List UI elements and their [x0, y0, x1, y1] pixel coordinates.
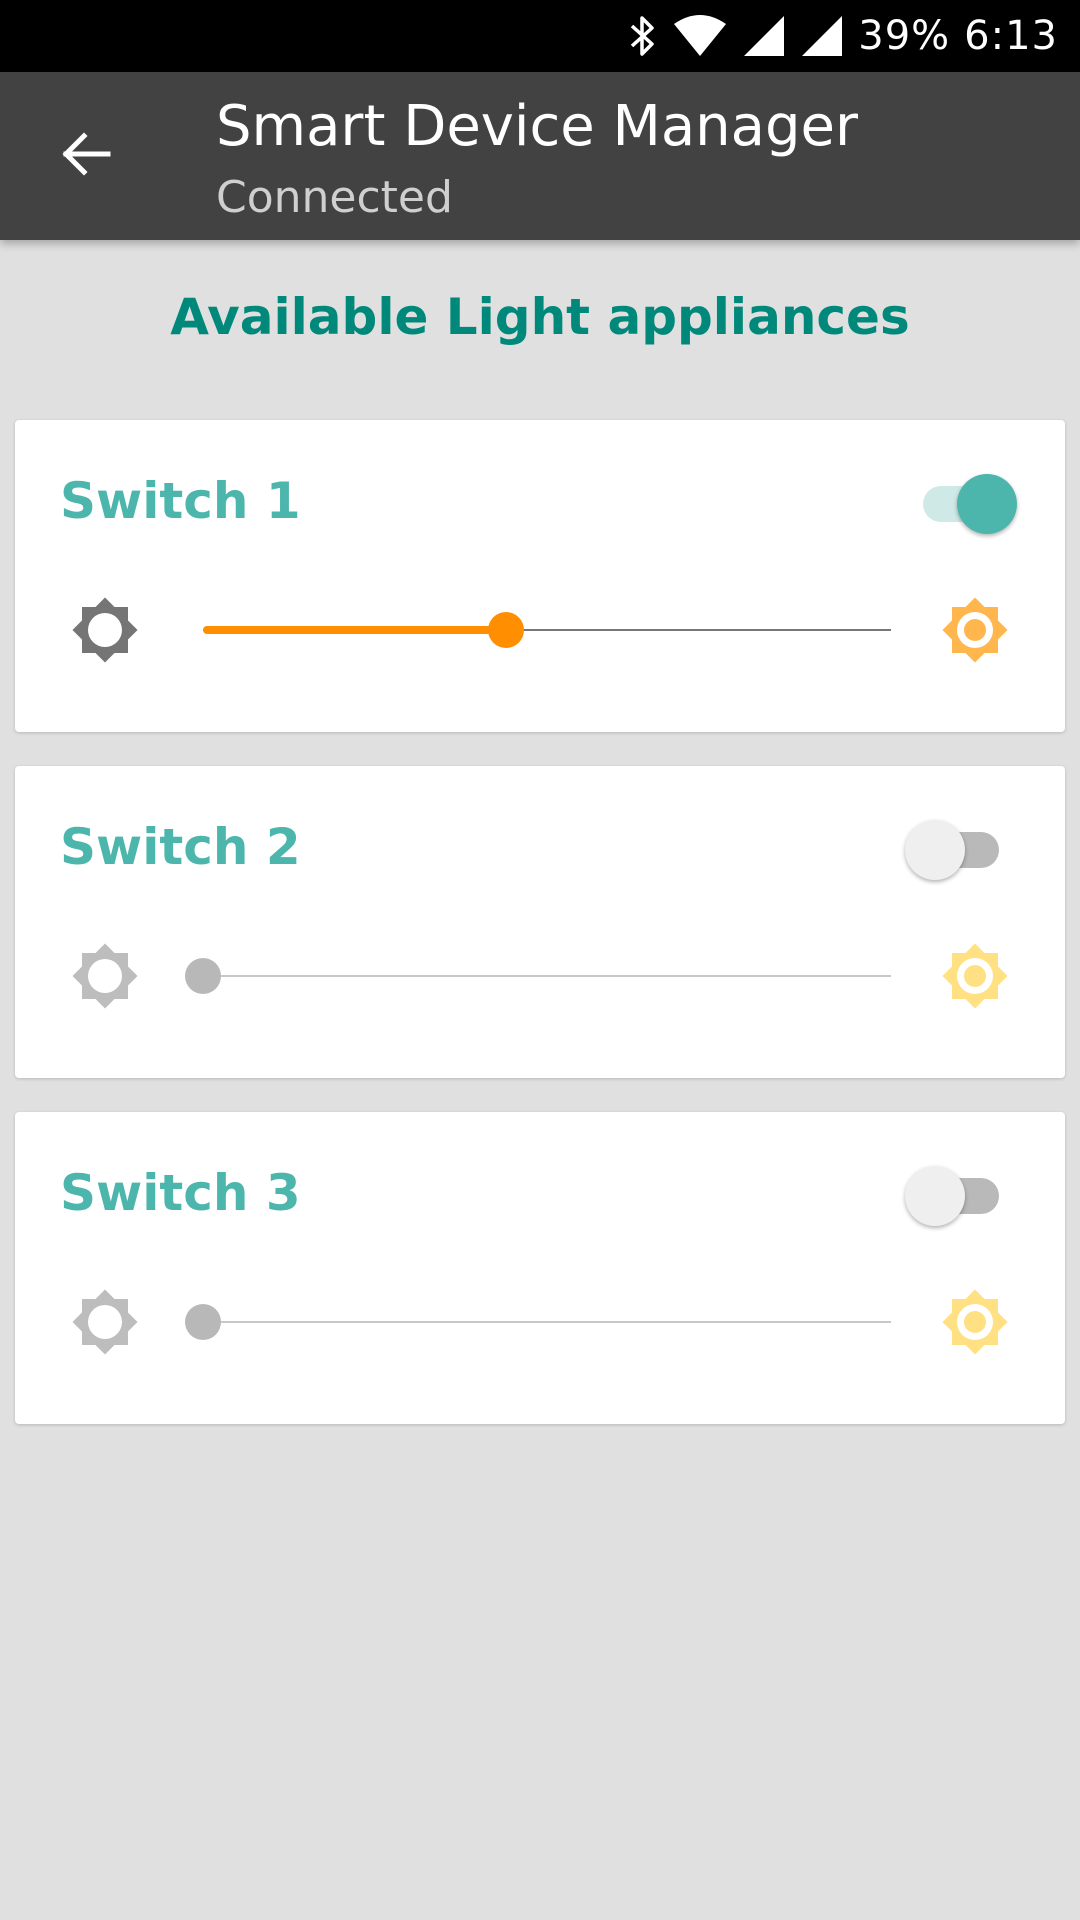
slider-thumb[interactable]: [185, 1304, 221, 1340]
section-heading: Available Light appliances: [170, 288, 910, 346]
power-toggle[interactable]: [913, 472, 1017, 536]
app-bar: Smart Device Manager Connected: [0, 72, 1080, 240]
toggle-thumb[interactable]: [905, 1166, 965, 1226]
brightness-row: [15, 926, 1065, 1026]
slider-track: [203, 1321, 891, 1323]
switch-card-2: Switch 2: [15, 766, 1065, 1078]
brightness-slider[interactable]: [185, 956, 891, 996]
slider-track: [203, 975, 891, 977]
status-bar: 39% 6:13: [0, 0, 1080, 72]
switch-title: Switch 3: [60, 1164, 301, 1222]
switch-card-1: Switch 1: [15, 420, 1065, 732]
brightness-high-icon: [930, 1277, 1020, 1367]
arrow-back-icon: [60, 128, 112, 185]
brightness-high-icon: [930, 931, 1020, 1021]
brightness-row: [15, 580, 1065, 680]
slider-thumb[interactable]: [487, 612, 524, 648]
slider-thumb[interactable]: [185, 958, 221, 994]
status-icons: 39% 6:13: [628, 0, 1058, 72]
signal-icon: [742, 14, 786, 58]
switch-card-3: Switch 3: [15, 1112, 1065, 1424]
battery-percentage: 39%: [858, 13, 951, 59]
switch-title: Switch 1: [60, 472, 301, 530]
brightness-high-icon: [930, 585, 1020, 675]
toggle-thumb[interactable]: [905, 820, 965, 880]
clock: 6:13: [964, 13, 1058, 59]
brightness-row: [15, 1272, 1065, 1372]
wifi-icon: [672, 14, 728, 58]
brightness-low-icon: [60, 931, 150, 1021]
back-button[interactable]: [40, 110, 132, 202]
app-title: Smart Device Manager: [216, 94, 858, 159]
power-toggle[interactable]: [905, 818, 1009, 882]
brightness-slider[interactable]: [203, 610, 891, 650]
connection-status: Connected: [216, 172, 453, 223]
toggle-thumb[interactable]: [957, 474, 1017, 534]
switch-title: Switch 2: [60, 818, 301, 876]
power-toggle[interactable]: [905, 1164, 1009, 1228]
bluetooth-icon: [628, 14, 658, 58]
brightness-low-icon: [60, 1277, 150, 1367]
signal-icon: [800, 14, 844, 58]
brightness-low-icon: [60, 585, 150, 675]
brightness-slider[interactable]: [185, 1302, 891, 1342]
slider-fill: [203, 626, 506, 634]
